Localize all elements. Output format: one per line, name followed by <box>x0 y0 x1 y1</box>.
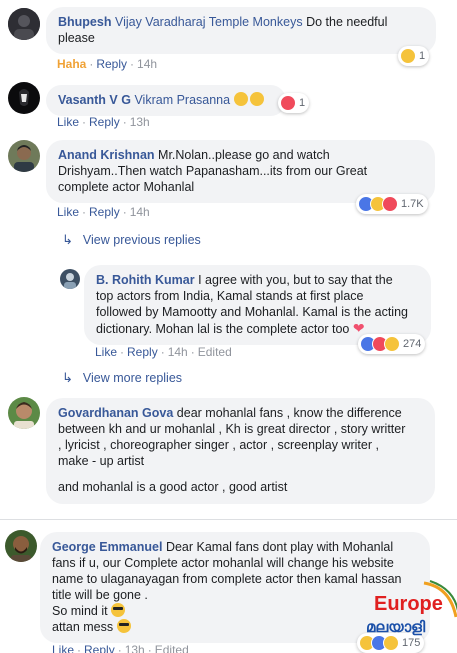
reply-arrow-icon: ↳ <box>62 370 73 385</box>
reply-link[interactable]: Reply <box>89 115 120 129</box>
comment-text: , lyricist , choreographer singer , acto… <box>58 438 379 452</box>
comment-text: Mr.Nolan..please go and watch <box>158 148 330 162</box>
haha-reaction-icon <box>384 336 400 352</box>
avatar[interactable] <box>8 397 40 429</box>
love-reaction-icon <box>382 196 398 212</box>
comment-text: make - up artist <box>58 454 145 468</box>
comment-text: attan mess <box>52 620 114 634</box>
edited-label[interactable]: Edited <box>155 643 189 653</box>
comment-text: dear mohanlal fans , know the difference <box>176 406 402 420</box>
watermark-word1: Europe <box>374 593 443 615</box>
mention-link[interactable]: Vikram Prasanna <box>134 93 230 107</box>
comment-text: title will be gone . <box>52 588 148 602</box>
comment-actions: Like · Reply · 14h <box>57 205 150 219</box>
comment-text: followed by Mamootty and Mohanlal. Kamal… <box>96 305 408 319</box>
comment-text: Drishyam..Then watch Papanasham...its fr… <box>58 164 368 178</box>
comment-author[interactable]: Govardhanan Gova <box>58 406 173 420</box>
comment-author[interactable]: Anand Krishnan <box>58 148 155 162</box>
reaction-count: 1.7K <box>401 198 424 210</box>
timestamp[interactable]: 13h <box>125 643 145 653</box>
reaction-summary[interactable]: 274 <box>358 334 426 354</box>
reaction-count: 1 <box>419 50 426 62</box>
comment-bubble: Govardhanan Gova dear mohanlal fans , kn… <box>46 398 435 504</box>
comment-bubble: B. Rohith Kumar I agree with you, but to… <box>84 265 431 345</box>
love-reaction-icon <box>280 95 296 111</box>
reaction-count: 1 <box>299 97 306 109</box>
reaction-summary[interactable]: 1 <box>278 93 310 113</box>
fearful-emoji-icon <box>233 92 248 106</box>
watermark-word2: മലയാളി <box>366 618 426 636</box>
comment-actions: Haha · Reply · 14h <box>57 57 158 71</box>
comment-text: between kh and ur mohanlal , Kh is great… <box>58 422 406 436</box>
comment-author[interactable]: Bhupesh <box>58 15 111 29</box>
haha-reaction-icon <box>400 48 416 64</box>
mention-link[interactable]: Vijay Varadharaj Temple Monkeys <box>115 15 303 29</box>
reply-link[interactable]: Reply <box>96 57 127 71</box>
avatar[interactable] <box>8 140 40 172</box>
comment-text: please <box>58 31 95 45</box>
comment-text: fans if u, our Complete actor mohanlal w… <box>52 556 394 570</box>
comment-actions: Like · Reply · 13h <box>57 115 150 129</box>
comment-author[interactable]: B. Rohith Kumar <box>96 273 195 287</box>
comment-text: name to ulaganayagan from complete actor… <box>52 572 402 586</box>
timestamp[interactable]: 14h <box>137 57 157 71</box>
comment-actions: Like · Reply · 13h · Edited <box>52 643 189 653</box>
like-link[interactable]: Like <box>95 345 117 359</box>
reply-link[interactable]: Reply <box>89 205 120 219</box>
comment-text: I agree with you, but to say that the <box>198 273 393 287</box>
avatar[interactable] <box>8 82 40 114</box>
heart-emoji-icon: ❤ <box>352 320 365 336</box>
view-previous-replies-link[interactable]: ↳ View previous replies <box>62 232 201 248</box>
timestamp[interactable]: 14h <box>168 345 188 359</box>
sunglasses-emoji-icon <box>111 603 126 617</box>
haha-label[interactable]: Haha <box>57 57 86 71</box>
view-more-replies-label[interactable]: View more replies <box>83 371 182 385</box>
comment-text: Do the needful <box>306 15 388 29</box>
like-link[interactable]: Like <box>52 643 74 653</box>
avatar[interactable] <box>60 269 80 289</box>
fearful-emoji-icon <box>249 92 264 106</box>
avatar[interactable] <box>5 530 37 562</box>
comment-text: and mohanlal is a good actor , good arti… <box>58 480 288 494</box>
comment-actions: Like · Reply · 14h · Edited <box>95 345 232 359</box>
reaction-count: 274 <box>403 338 422 350</box>
comment-author[interactable]: George Emmanuel <box>52 540 162 554</box>
comment-author[interactable]: Vasanth V G <box>58 93 131 107</box>
reply-arrow-icon: ↳ <box>62 232 73 247</box>
sunglasses-emoji-icon <box>116 619 131 633</box>
like-link[interactable]: Like <box>57 115 79 129</box>
comment-text: dictionary. Mohan lal is the complete ac… <box>96 322 350 336</box>
comment-text: So mind it <box>52 604 108 618</box>
comment-bubble: Bhupesh Vijay Varadharaj Temple Monkeys … <box>46 7 436 54</box>
comment-text: top actors from India, Kamal stands at f… <box>96 289 364 303</box>
section-divider <box>0 519 457 520</box>
comment-bubble: Vasanth V G Vikram Prasanna <box>46 85 286 116</box>
like-link[interactable]: Like <box>57 205 79 219</box>
avatar[interactable] <box>8 8 40 40</box>
view-previous-replies-label[interactable]: View previous replies <box>83 233 201 247</box>
reaction-summary[interactable]: 1.7K <box>356 194 428 214</box>
comment-text: Dear Kamal fans dont play with Mohanlal <box>165 540 394 554</box>
europe-malayali-watermark-logo: Europe മലയാളി <box>364 577 457 653</box>
comment-text: complete actor Mohanlal <box>58 180 195 194</box>
reaction-summary[interactable]: 1 <box>398 46 430 66</box>
reply-link[interactable]: Reply <box>84 643 115 653</box>
reply-link[interactable]: Reply <box>127 345 158 359</box>
timestamp[interactable]: 14h <box>130 205 150 219</box>
edited-label[interactable]: Edited <box>198 345 232 359</box>
view-more-replies-link[interactable]: ↳ View more replies <box>62 370 182 386</box>
timestamp[interactable]: 13h <box>130 115 150 129</box>
